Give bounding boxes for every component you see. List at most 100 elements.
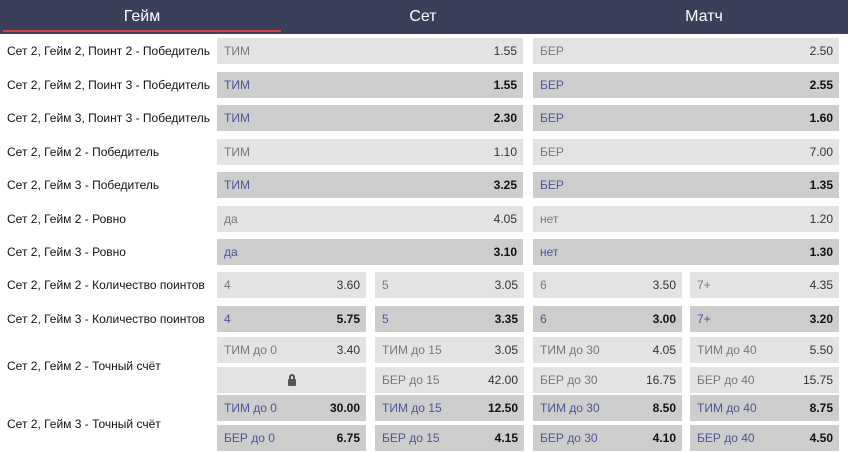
outcome-label: ТИМ (224, 178, 250, 192)
odds-value: 1.55 (493, 44, 517, 58)
tab-game[interactable]: Гейм (3, 0, 281, 34)
market-name: Сет 2, Гейм 2 - Точный счёт (7, 359, 161, 373)
odds-value: 4.15 (494, 431, 518, 445)
outcome-label: ТИМ до 15 (382, 401, 442, 415)
outcome-label: ТИМ до 0 (224, 401, 277, 415)
odds-value: 6.75 (336, 431, 360, 445)
odds-button[interactable]: БЕР 7.00 (533, 139, 839, 165)
outcome-label: ТИМ (224, 78, 250, 92)
outcome-label: ТИМ до 30 (540, 343, 600, 357)
tab-set[interactable]: Сет (284, 0, 562, 34)
odds-value: 4.35 (809, 278, 833, 292)
outcome-label: БЕР до 0 (224, 431, 275, 445)
odds-button[interactable]: ТИМ 1.10 (217, 139, 523, 165)
odds-button[interactable]: БЕР 2.55 (533, 72, 839, 98)
odds-button[interactable]: БЕР до 15 42.00 (375, 367, 524, 393)
outcome-label: ТИМ до 0 (224, 343, 277, 357)
odds-value: 15.75 (802, 373, 833, 387)
odds-button[interactable]: ТИМ до 0 30.00 (217, 395, 366, 421)
odds-value: 2.55 (809, 78, 833, 92)
odds-button[interactable]: 6 3.00 (533, 306, 682, 332)
odds-value: 4.05 (652, 343, 676, 357)
odds-button[interactable]: ТИМ до 30 8.50 (533, 395, 682, 421)
market-name: Сет 2, Гейм 2 - Ровно (7, 212, 126, 226)
outcome-label: 4 (224, 278, 231, 292)
outcome-label: ТИМ до 15 (382, 343, 442, 357)
outcome-label: БЕР (540, 145, 564, 159)
outcome-label: ТИМ (224, 44, 250, 58)
odds-button[interactable]: 7+ 4.35 (690, 272, 839, 298)
market-name: Сет 2, Гейм 3 - Победитель (7, 178, 160, 192)
odds-button[interactable]: 5 3.35 (375, 306, 524, 332)
market-name: Сет 2, Гейм 3, Поинт 3 - Победитель (7, 111, 210, 125)
odds-value: 8.75 (809, 401, 833, 415)
outcome-label: 6 (540, 278, 547, 292)
outcome-label: 4 (224, 312, 231, 326)
outcome-label: да (224, 245, 238, 259)
market-name: Сет 2, Гейм 2, Поинт 2 - Победитель (7, 44, 210, 58)
tab-match[interactable]: Матч (565, 0, 843, 34)
outcome-label: 5 (382, 312, 389, 326)
odds-button[interactable]: ТИМ 3.25 (217, 172, 523, 198)
outcome-label: ТИМ до 40 (697, 343, 757, 357)
market-name: Сет 2, Гейм 3 - Количество поинтов (7, 312, 205, 326)
odds-value: 3.05 (494, 278, 518, 292)
odds-value: 3.35 (494, 312, 518, 326)
locked-outcome (217, 367, 366, 393)
odds-button[interactable]: БЕР до 30 4.10 (533, 425, 682, 451)
outcome-label: нет (540, 245, 559, 259)
odds-button[interactable]: нет 1.20 (533, 206, 839, 232)
outcome-label: БЕР (540, 111, 564, 125)
odds-button[interactable]: ТИМ 1.55 (217, 38, 523, 64)
odds-value: 3.25 (493, 178, 517, 192)
odds-button[interactable]: ТИМ до 15 3.05 (375, 337, 524, 363)
odds-value: 1.35 (809, 178, 833, 192)
odds-button[interactable]: ТИМ до 40 5.50 (690, 337, 839, 363)
outcome-label: ТИМ (224, 145, 250, 159)
odds-value: 3.00 (652, 312, 676, 326)
odds-value: 5.75 (336, 312, 360, 326)
odds-button[interactable]: БЕР 2.50 (533, 38, 839, 64)
odds-button[interactable]: БЕР до 0 6.75 (217, 425, 366, 451)
outcome-label: БЕР (540, 178, 564, 192)
odds-button[interactable]: БЕР до 30 16.75 (533, 367, 682, 393)
odds-button[interactable]: 4 5.75 (217, 306, 366, 332)
market-name: Сет 2, Гейм 2 - Количество поинтов (7, 278, 205, 292)
odds-value: 1.30 (809, 245, 833, 259)
odds-button[interactable]: БЕР до 40 4.50 (690, 425, 839, 451)
odds-button[interactable]: ТИМ до 0 3.40 (217, 337, 366, 363)
outcome-label: БЕР до 40 (697, 431, 755, 445)
odds-button[interactable]: ТИМ до 30 4.05 (533, 337, 682, 363)
market-group-tabs: Гейм Сет Матч (0, 0, 848, 34)
odds-value: 4.10 (652, 431, 676, 445)
outcome-label: 5 (382, 278, 389, 292)
odds-button[interactable]: ТИМ 1.55 (217, 72, 523, 98)
odds-button[interactable]: БЕР 1.35 (533, 172, 839, 198)
outcome-label: БЕР (540, 78, 564, 92)
odds-button[interactable]: 6 3.50 (533, 272, 682, 298)
odds-button[interactable]: БЕР 1.60 (533, 105, 839, 131)
odds-button[interactable]: ТИМ 2.30 (217, 105, 523, 131)
outcome-label: ТИМ (224, 111, 250, 125)
market-name: Сет 2, Гейм 2, Поинт 3 - Победитель (7, 78, 210, 92)
odds-button[interactable]: ТИМ до 15 12.50 (375, 395, 524, 421)
odds-button[interactable]: БЕР до 40 15.75 (690, 367, 839, 393)
outcome-label: 7+ (697, 278, 711, 292)
odds-value: 2.30 (493, 111, 517, 125)
odds-value: 16.75 (645, 373, 676, 387)
outcome-label: да (224, 212, 238, 226)
odds-value: 3.50 (652, 278, 676, 292)
odds-value: 3.40 (336, 343, 360, 357)
odds-value: 1.55 (493, 78, 517, 92)
odds-button[interactable]: 7+ 3.20 (690, 306, 839, 332)
odds-button[interactable]: да 4.05 (217, 206, 523, 232)
odds-button[interactable]: БЕР до 15 4.15 (375, 425, 524, 451)
odds-value: 42.00 (487, 373, 518, 387)
odds-button[interactable]: нет 1.30 (533, 239, 839, 265)
odds-button[interactable]: 4 3.60 (217, 272, 366, 298)
outcome-label: нет (540, 212, 559, 226)
odds-button[interactable]: 5 3.05 (375, 272, 524, 298)
odds-button[interactable]: ТИМ до 40 8.75 (690, 395, 839, 421)
odds-button[interactable]: да 3.10 (217, 239, 523, 265)
outcome-label: БЕР до 15 (382, 431, 440, 445)
